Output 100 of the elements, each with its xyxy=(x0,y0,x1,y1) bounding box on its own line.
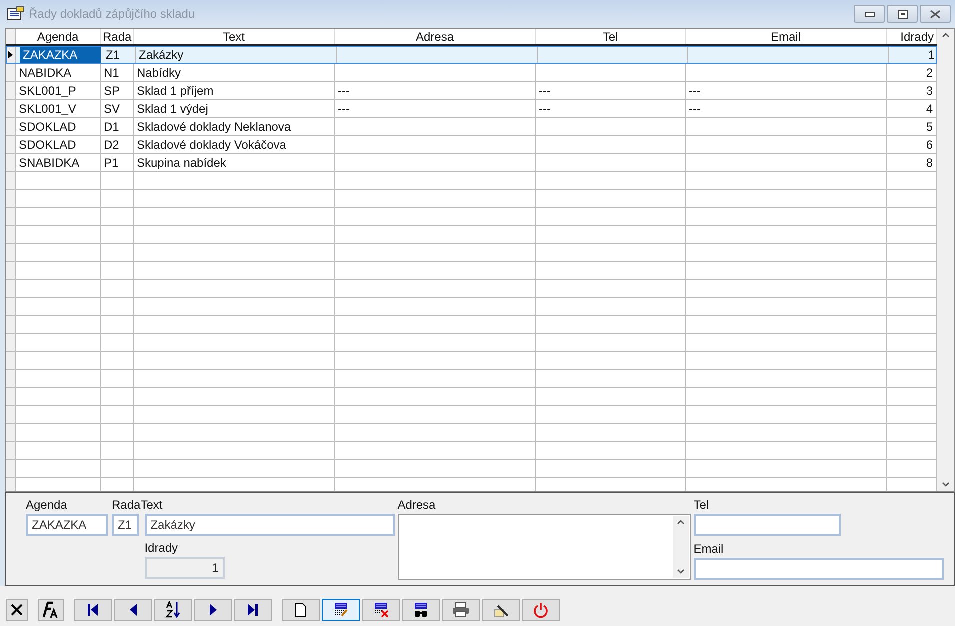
table-cell-text: 5 xyxy=(926,118,933,136)
scroll-up-icon[interactable] xyxy=(942,33,950,38)
app-icon xyxy=(7,6,25,22)
column-header[interactable]: Text xyxy=(222,29,245,46)
table-cell-text: D1 xyxy=(104,118,120,136)
row-header[interactable] xyxy=(6,46,16,64)
field-label: Rada xyxy=(112,497,141,514)
field-label: Tel xyxy=(694,497,710,514)
sort-icon xyxy=(165,601,181,619)
tel-field[interactable] xyxy=(694,514,841,536)
toolbar-button[interactable] xyxy=(6,599,28,621)
table-cell-text: 3 xyxy=(926,82,933,100)
table-pencil-icon xyxy=(333,602,349,618)
table-cell-text: N1 xyxy=(104,64,120,82)
table-row[interactable]: SKL001_V SV Sklad 1 výdej --- --- --- 4 xyxy=(6,100,937,118)
agenda-field[interactable]: ZAKAZKA xyxy=(26,514,108,536)
column-header[interactable]: Email xyxy=(770,29,801,46)
table-cell-text: NABIDKA xyxy=(19,64,72,82)
field-label: Text xyxy=(140,497,164,514)
last-record-icon xyxy=(247,603,259,617)
field-label: Email xyxy=(694,541,725,558)
toolbar-button[interactable] xyxy=(114,599,152,621)
scroll-down-icon[interactable] xyxy=(942,482,950,487)
close-icon xyxy=(10,603,24,617)
table-cell-text: SKL001_V xyxy=(19,100,76,118)
table-cell-text: Zakázky xyxy=(139,47,184,64)
toolbar-button[interactable] xyxy=(154,599,192,621)
table-cell-text: SDOKLAD xyxy=(19,136,76,154)
table-cell-text: D2 xyxy=(104,136,120,154)
email-field[interactable] xyxy=(694,558,944,580)
table-cell-text: --- xyxy=(338,100,350,118)
toolbar-button[interactable] xyxy=(234,599,272,621)
table-cell-text: --- xyxy=(539,100,551,118)
corner-header xyxy=(6,29,16,44)
toolbar-button[interactable] xyxy=(402,599,440,621)
table-cell-text: 2 xyxy=(926,64,933,82)
toolbar-button[interactable] xyxy=(322,599,360,621)
scroll-down-icon[interactable] xyxy=(676,569,685,574)
table-cell-text: Skladové doklady Vokáčova xyxy=(137,136,286,154)
table-row[interactable]: SKL001_P SP Sklad 1 příjem --- --- --- 3 xyxy=(6,82,937,100)
table-row[interactable]: SDOKLAD D1 Skladové doklady Neklanova 5 xyxy=(6,118,937,136)
column-header[interactable]: Idrady xyxy=(900,29,934,46)
document-icon xyxy=(295,602,307,618)
table-cell-text: P1 xyxy=(104,154,119,172)
toolbar-button[interactable] xyxy=(442,599,480,621)
toolbar-button[interactable] xyxy=(282,599,320,621)
close-icon xyxy=(930,10,941,18)
previous-icon xyxy=(128,603,138,617)
toolbar-button[interactable] xyxy=(194,599,232,621)
table-cell-text: Skladové doklady Neklanova xyxy=(137,118,292,136)
table-row[interactable]: SNABIDKA P1 Skupina nabídek 8 xyxy=(6,154,937,172)
table-delete-icon xyxy=(373,602,389,618)
toolbar-button[interactable] xyxy=(362,599,400,621)
scrollbar[interactable] xyxy=(937,29,954,491)
toolbar-button[interactable] xyxy=(74,599,112,621)
table-cell-text: SV xyxy=(104,100,120,118)
table-cell-text: ZAKAZKA xyxy=(23,47,78,64)
table-row[interactable]: NABIDKA N1 Nabídky 2 xyxy=(6,64,937,82)
printer-icon xyxy=(452,602,470,618)
table-cell-text: Z1 xyxy=(106,47,120,64)
scroll-up-icon[interactable] xyxy=(676,520,685,525)
column-header[interactable]: Agenda xyxy=(37,29,79,46)
table-cell-text: Sklad 1 výdej xyxy=(137,100,208,118)
column-header[interactable]: Adresa xyxy=(416,29,454,46)
table-cell-text: Nabídky xyxy=(137,64,182,82)
scrollbar[interactable] xyxy=(672,516,689,578)
adresa-field[interactable] xyxy=(398,514,691,580)
power-icon xyxy=(533,602,549,618)
table-cell-text: Skupina nabídek xyxy=(137,154,226,172)
table-cell-text: SNABIDKA xyxy=(19,154,80,172)
table-cell-text: 4 xyxy=(926,100,933,118)
table-cell-text: --- xyxy=(338,82,350,100)
row-pointer-icon xyxy=(8,51,13,59)
field-label: Agenda xyxy=(26,497,68,514)
table-cell-text: SDOKLAD xyxy=(19,118,76,136)
toolbar-button[interactable] xyxy=(38,599,64,621)
text-field[interactable]: Zakázky xyxy=(144,514,395,536)
table-cell-text: --- xyxy=(689,100,701,118)
table-cell-text: Sklad 1 příjem xyxy=(137,82,214,100)
table-cell-text: SP xyxy=(104,82,120,100)
table-cell-text: --- xyxy=(689,82,701,100)
close-button[interactable] xyxy=(920,5,951,23)
table-cell-text: 6 xyxy=(926,136,933,154)
window-title: Řady dokladů zápůjčího skladu xyxy=(29,6,196,23)
column-header[interactable]: Tel xyxy=(602,29,618,46)
table-cell-text: 1 xyxy=(928,47,935,64)
toolbar-button[interactable] xyxy=(482,599,520,621)
minimize-button[interactable] xyxy=(854,5,885,23)
column-header[interactable]: Rada xyxy=(103,29,132,46)
table-cell-text: 8 xyxy=(926,154,933,172)
first-record-icon xyxy=(87,603,99,617)
field-label: Adresa xyxy=(398,497,437,514)
table-cell-text: SKL001_P xyxy=(19,82,76,100)
maximize-icon xyxy=(898,10,908,18)
minimize-icon xyxy=(864,12,874,16)
font-icon xyxy=(42,601,60,619)
table-row[interactable]: SDOKLAD D2 Skladové doklady Vokáčova 6 xyxy=(6,136,937,154)
maximize-button[interactable] xyxy=(887,5,918,23)
table-row[interactable]: ZAKAZKA Z1 Zakázky 1 xyxy=(6,46,937,64)
rada-field[interactable]: Z1 xyxy=(112,514,139,536)
